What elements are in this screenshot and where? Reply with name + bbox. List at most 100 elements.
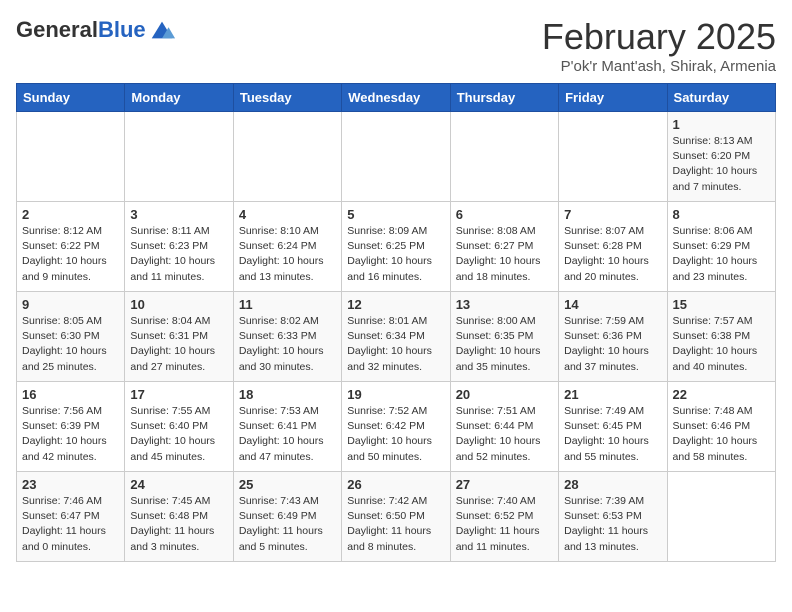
calendar-cell: 12 Sunrise: 8:01 AM Sunset: 6:34 PM Dayli… (342, 292, 450, 382)
day-info: Sunrise: 8:13 AM Sunset: 6:20 PM Dayligh… (673, 134, 770, 195)
calendar-cell: 22Sunrise: 7:48 AM Sunset: 6:46 PM Dayli… (667, 382, 775, 472)
calendar-cell: 28 Sunrise: 7:39 AM Sunset: 6:53 PM Dayli… (559, 472, 667, 562)
day-number: 7 (564, 207, 661, 222)
day-info: Sunrise: 8:11 AM Sunset: 6:23 PM Dayligh… (130, 224, 227, 285)
calendar-cell: 26 Sunrise: 7:42 AM Sunset: 6:50 PM Dayli… (342, 472, 450, 562)
day-info: Sunrise: 8:05 AM Sunset: 6:30 PM Dayligh… (22, 314, 119, 375)
calendar-week-row: 23Sunrise: 7:46 AM Sunset: 6:47 PM Dayli… (17, 472, 776, 562)
day-info: Sunrise: 8:06 AM Sunset: 6:29 PM Dayligh… (673, 224, 770, 285)
calendar-week-row: 16 Sunrise: 7:56 AM Sunset: 6:39 PM Dayli… (17, 382, 776, 472)
day-info: Sunrise: 8:04 AM Sunset: 6:31 PM Dayligh… (130, 314, 227, 375)
day-number: 6 (456, 207, 553, 222)
calendar-cell: 17 Sunrise: 7:55 AM Sunset: 6:40 PM Dayli… (125, 382, 233, 472)
day-info: Sunrise: 8:09 AM Sunset: 6:25 PM Dayligh… (347, 224, 444, 285)
calendar-cell: 23Sunrise: 7:46 AM Sunset: 6:47 PM Dayli… (17, 472, 125, 562)
day-info: Sunrise: 7:39 AM Sunset: 6:53 PM Dayligh… (564, 494, 661, 555)
calendar-cell: 1 Sunrise: 8:13 AM Sunset: 6:20 PM Daylig… (667, 112, 775, 202)
calendar-cell: 5 Sunrise: 8:09 AM Sunset: 6:25 PM Daylig… (342, 202, 450, 292)
day-header-saturday: Saturday (667, 84, 775, 112)
day-number: 8 (673, 207, 770, 222)
title-block: February 2025 P'ok'r Mant'ash, Shirak, A… (542, 16, 776, 75)
page-header: GeneralBlue February 2025 P'ok'r Mant'as… (16, 16, 776, 75)
day-number: 16 (22, 387, 119, 402)
day-info: Sunrise: 7:49 AM Sunset: 6:45 PM Dayligh… (564, 404, 661, 465)
calendar-cell: 6 Sunrise: 8:08 AM Sunset: 6:27 PM Daylig… (450, 202, 558, 292)
calendar-cell (342, 112, 450, 202)
calendar-cell: 18 Sunrise: 7:53 AM Sunset: 6:41 PM Dayli… (233, 382, 341, 472)
calendar-week-row: 1 Sunrise: 8:13 AM Sunset: 6:20 PM Daylig… (17, 112, 776, 202)
day-number: 23 (22, 477, 119, 492)
day-number: 1 (673, 117, 770, 132)
day-info: Sunrise: 7:56 AM Sunset: 6:39 PM Dayligh… (22, 404, 119, 465)
day-info: Sunrise: 8:12 AM Sunset: 6:22 PM Dayligh… (22, 224, 119, 285)
day-info: Sunrise: 8:10 AM Sunset: 6:24 PM Dayligh… (239, 224, 336, 285)
day-info: Sunrise: 7:57 AM Sunset: 6:38 PM Dayligh… (673, 314, 770, 375)
logo-icon (148, 16, 176, 44)
day-number: 27 (456, 477, 553, 492)
day-info: Sunrise: 8:00 AM Sunset: 6:35 PM Dayligh… (456, 314, 553, 375)
day-info: Sunrise: 7:51 AM Sunset: 6:44 PM Dayligh… (456, 404, 553, 465)
day-number: 2 (22, 207, 119, 222)
calendar-cell: 14Sunrise: 7:59 AM Sunset: 6:36 PM Dayli… (559, 292, 667, 382)
day-number: 24 (130, 477, 227, 492)
day-info: Sunrise: 7:53 AM Sunset: 6:41 PM Dayligh… (239, 404, 336, 465)
calendar-cell: 24Sunrise: 7:45 AM Sunset: 6:48 PM Dayli… (125, 472, 233, 562)
calendar-cell: 25 Sunrise: 7:43 AM Sunset: 6:49 PM Dayli… (233, 472, 341, 562)
calendar-cell (125, 112, 233, 202)
calendar-cell (17, 112, 125, 202)
calendar-cell: 4Sunrise: 8:10 AM Sunset: 6:24 PM Daylig… (233, 202, 341, 292)
day-number: 5 (347, 207, 444, 222)
calendar-cell: 13 Sunrise: 8:00 AM Sunset: 6:35 PM Dayli… (450, 292, 558, 382)
calendar-cell: 20 Sunrise: 7:51 AM Sunset: 6:44 PM Dayli… (450, 382, 558, 472)
day-info: Sunrise: 7:52 AM Sunset: 6:42 PM Dayligh… (347, 404, 444, 465)
day-number: 22 (673, 387, 770, 402)
logo: GeneralBlue (16, 16, 176, 44)
day-number: 25 (239, 477, 336, 492)
calendar-cell: 16 Sunrise: 7:56 AM Sunset: 6:39 PM Dayli… (17, 382, 125, 472)
day-info: Sunrise: 7:55 AM Sunset: 6:40 PM Dayligh… (130, 404, 227, 465)
day-header-sunday: Sunday (17, 84, 125, 112)
calendar-table: SundayMondayTuesdayWednesdayThursdayFrid… (16, 83, 776, 562)
calendar-cell (450, 112, 558, 202)
day-info: Sunrise: 7:42 AM Sunset: 6:50 PM Dayligh… (347, 494, 444, 555)
calendar-cell: 19Sunrise: 7:52 AM Sunset: 6:42 PM Dayli… (342, 382, 450, 472)
calendar-cell: 21 Sunrise: 7:49 AM Sunset: 6:45 PM Dayli… (559, 382, 667, 472)
calendar-week-row: 9Sunrise: 8:05 AM Sunset: 6:30 PM Daylig… (17, 292, 776, 382)
day-info: Sunrise: 7:43 AM Sunset: 6:49 PM Dayligh… (239, 494, 336, 555)
calendar-cell: 27Sunrise: 7:40 AM Sunset: 6:52 PM Dayli… (450, 472, 558, 562)
calendar-cell: 2 Sunrise: 8:12 AM Sunset: 6:22 PM Daylig… (17, 202, 125, 292)
day-number: 10 (130, 297, 227, 312)
day-info: Sunrise: 8:08 AM Sunset: 6:27 PM Dayligh… (456, 224, 553, 285)
logo-general-text: General (16, 17, 98, 42)
day-number: 15 (673, 297, 770, 312)
calendar-cell (233, 112, 341, 202)
day-info: Sunrise: 8:02 AM Sunset: 6:33 PM Dayligh… (239, 314, 336, 375)
day-number: 26 (347, 477, 444, 492)
location-subtitle: P'ok'r Mant'ash, Shirak, Armenia (542, 58, 776, 75)
day-header-friday: Friday (559, 84, 667, 112)
day-info: Sunrise: 7:59 AM Sunset: 6:36 PM Dayligh… (564, 314, 661, 375)
day-number: 13 (456, 297, 553, 312)
calendar-cell (559, 112, 667, 202)
calendar-cell: 8 Sunrise: 8:06 AM Sunset: 6:29 PM Daylig… (667, 202, 775, 292)
calendar-cell: 11 Sunrise: 8:02 AM Sunset: 6:33 PM Dayli… (233, 292, 341, 382)
day-number: 12 (347, 297, 444, 312)
day-number: 3 (130, 207, 227, 222)
calendar-week-row: 2 Sunrise: 8:12 AM Sunset: 6:22 PM Daylig… (17, 202, 776, 292)
day-info: Sunrise: 8:07 AM Sunset: 6:28 PM Dayligh… (564, 224, 661, 285)
calendar-cell (667, 472, 775, 562)
day-header-thursday: Thursday (450, 84, 558, 112)
day-info: Sunrise: 8:01 AM Sunset: 6:34 PM Dayligh… (347, 314, 444, 375)
day-number: 20 (456, 387, 553, 402)
calendar-cell: 9Sunrise: 8:05 AM Sunset: 6:30 PM Daylig… (17, 292, 125, 382)
day-number: 11 (239, 297, 336, 312)
day-number: 21 (564, 387, 661, 402)
day-number: 28 (564, 477, 661, 492)
day-number: 17 (130, 387, 227, 402)
calendar-cell: 15 Sunrise: 7:57 AM Sunset: 6:38 PM Dayli… (667, 292, 775, 382)
month-title: February 2025 (542, 16, 776, 58)
calendar-header-row: SundayMondayTuesdayWednesdayThursdayFrid… (17, 84, 776, 112)
day-number: 18 (239, 387, 336, 402)
day-header-wednesday: Wednesday (342, 84, 450, 112)
calendar-cell: 7 Sunrise: 8:07 AM Sunset: 6:28 PM Daylig… (559, 202, 667, 292)
